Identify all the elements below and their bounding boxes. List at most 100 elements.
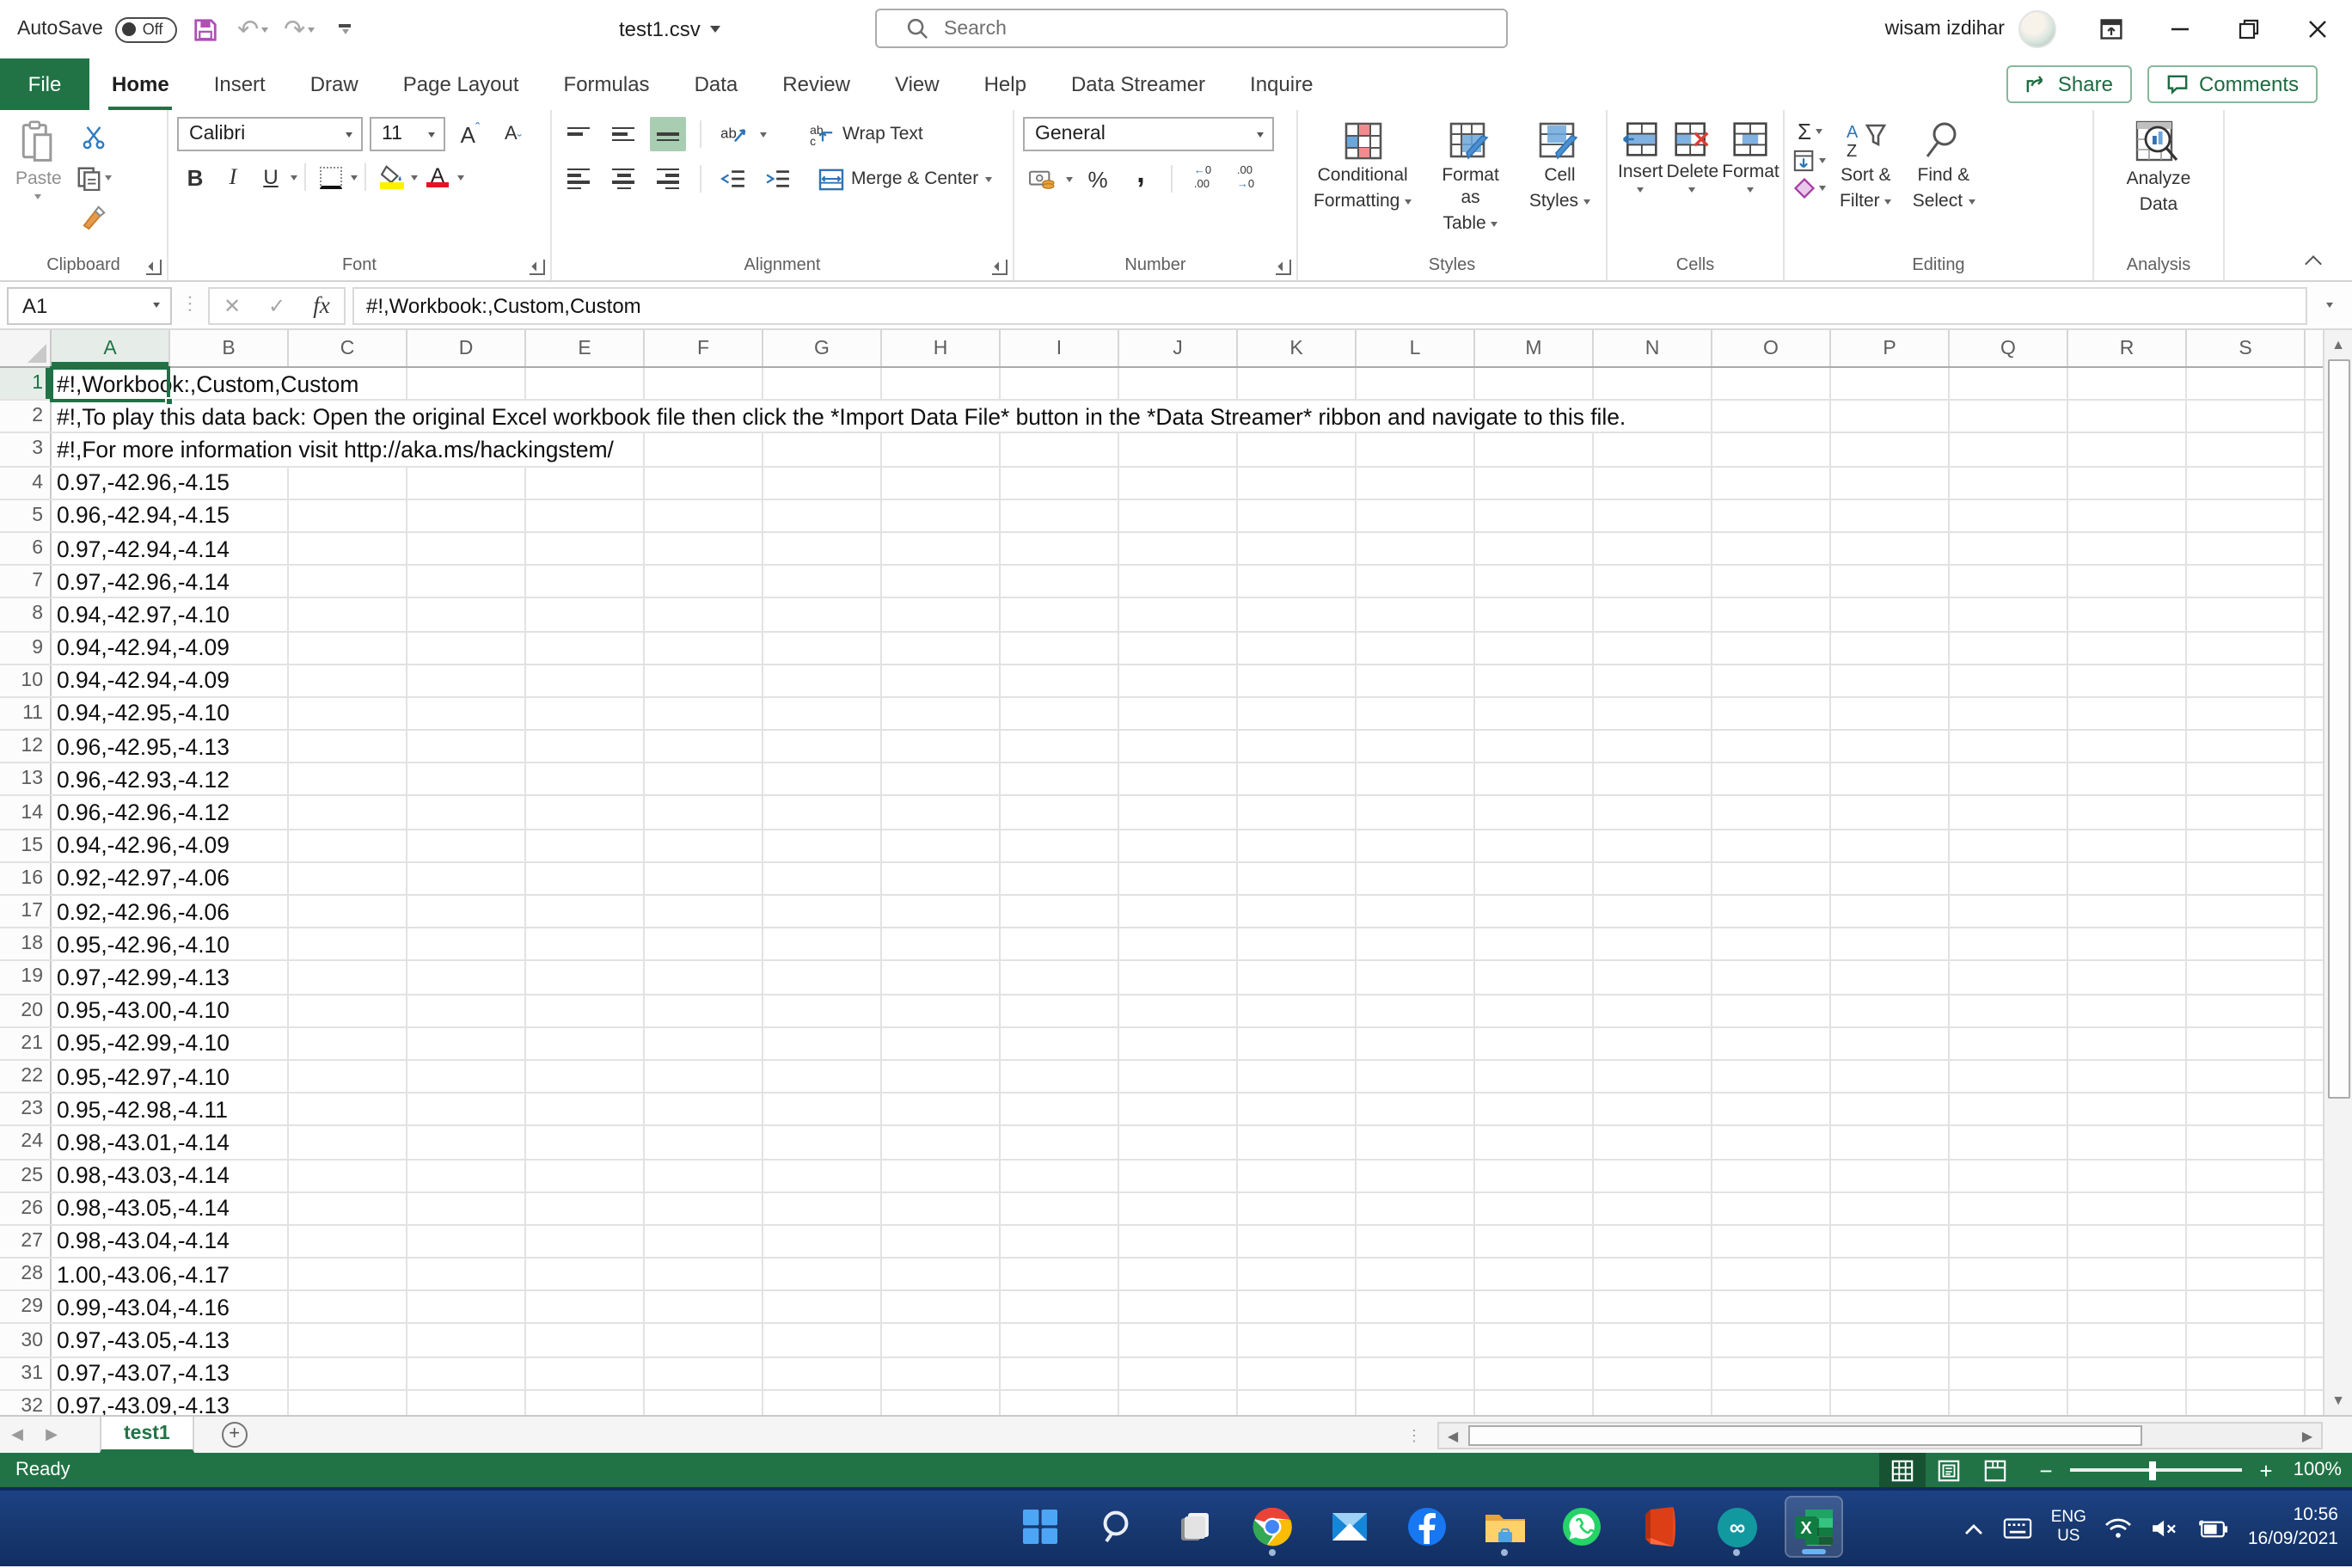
orientation-button[interactable]: ab	[715, 117, 751, 151]
tab-review[interactable]: Review	[760, 58, 873, 110]
column-header-I[interactable]: I	[1001, 330, 1119, 366]
formula-input[interactable]: #!,Workbook:,Custom,Custom	[352, 286, 2307, 324]
grid-row[interactable]: 290.99,-43.04,-4.16	[0, 1292, 2323, 1325]
grid-row[interactable]: 180.95,-42.96,-4.10	[0, 928, 2323, 961]
vertical-scrollbar[interactable]: ▲ ▼	[2323, 330, 2352, 1415]
row-header-9[interactable]: 9	[0, 632, 52, 663]
show-hidden-icons-button[interactable]	[1963, 1521, 1984, 1536]
row-header-18[interactable]: 18	[0, 928, 52, 959]
row-cells[interactable]: 0.97,-42.94,-4.14	[52, 533, 2323, 564]
row-header-4[interactable]: 4	[0, 467, 52, 498]
row-header-29[interactable]: 29	[0, 1292, 52, 1323]
grid-row[interactable]: 281.00,-43.06,-4.17	[0, 1259, 2323, 1291]
row-cells[interactable]: 0.97,-43.05,-4.13	[52, 1325, 2323, 1356]
column-header-H[interactable]: H	[882, 330, 1001, 366]
row-header-2[interactable]: 2	[0, 401, 52, 432]
tab-inquire[interactable]: Inquire	[1228, 58, 1335, 110]
autosum-button[interactable]: Σ	[1793, 119, 1826, 144]
row-cells[interactable]: 0.94,-42.95,-4.10	[52, 698, 2323, 729]
increase-indent-button[interactable]	[760, 162, 796, 196]
tab-view[interactable]: View	[873, 58, 962, 110]
column-header-K[interactable]: K	[1238, 330, 1357, 366]
document-title[interactable]: test1.csv	[619, 0, 721, 58]
grid-row[interactable]: 70.97,-42.96,-4.14	[0, 566, 2323, 598]
row-header-6[interactable]: 6	[0, 533, 52, 564]
row-cells[interactable]: 0.95,-42.98,-4.11	[52, 1093, 2323, 1124]
increase-font-size-button[interactable]: Aˆ	[452, 117, 488, 151]
column-header-Q[interactable]: Q	[1950, 330, 2068, 366]
insert-function-button[interactable]: fx	[299, 291, 344, 319]
borders-dropdown-icon[interactable]	[351, 175, 358, 180]
row-header-22[interactable]: 22	[0, 1061, 52, 1092]
grid-row[interactable]: 3#!,For more information visit http://ak…	[0, 434, 2323, 467]
column-header-D[interactable]: D	[407, 330, 526, 366]
row-cells[interactable]: 0.94,-42.94,-4.09	[52, 632, 2323, 663]
grid-row[interactable]: 90.94,-42.94,-4.09	[0, 632, 2323, 665]
font-color-button[interactable]: A	[420, 160, 456, 194]
column-header-E[interactable]: E	[526, 330, 645, 366]
decrease-font-size-button[interactable]: Aˇ	[495, 117, 531, 151]
row-header-27[interactable]: 27	[0, 1226, 52, 1257]
grid-row[interactable]: 260.98,-43.05,-4.14	[0, 1192, 2323, 1225]
row-cells[interactable]: 0.92,-42.96,-4.06	[52, 896, 2323, 927]
row-cells[interactable]: 0.99,-43.04,-4.16	[52, 1292, 2323, 1323]
zoom-slider[interactable]	[2070, 1468, 2242, 1472]
grid-row[interactable]: 210.95,-42.99,-4.10	[0, 1028, 2323, 1061]
row-cells[interactable]: 0.96,-42.94,-4.15	[52, 500, 2323, 531]
column-header-L[interactable]: L	[1357, 330, 1475, 366]
row-cells[interactable]: 0.97,-43.09,-4.13	[52, 1391, 2323, 1415]
grid-row[interactable]: 110.94,-42.95,-4.10	[0, 698, 2323, 731]
row-header-17[interactable]: 17	[0, 896, 52, 927]
format-cells-button[interactable]: Format	[1720, 117, 1781, 251]
touch-keyboard-icon[interactable]	[2003, 1518, 2032, 1539]
tab-formulas[interactable]: Formulas	[542, 58, 672, 110]
row-header-10[interactable]: 10	[0, 665, 52, 695]
taskbar-icon-file-explorer[interactable]	[1475, 1496, 1534, 1558]
row-header-24[interactable]: 24	[0, 1127, 52, 1158]
zoom-in-button[interactable]: +	[2256, 1457, 2276, 1483]
column-header-B[interactable]: B	[170, 330, 289, 366]
taskbar-icon-arduino[interactable]: ∞	[1707, 1496, 1766, 1558]
cut-button[interactable]	[76, 120, 112, 155]
row-cells[interactable]: 0.95,-43.00,-4.10	[52, 995, 2323, 1026]
grid-row[interactable]: 140.96,-42.96,-4.12	[0, 797, 2323, 830]
row-header-11[interactable]: 11	[0, 698, 52, 729]
scroll-left-button[interactable]: ◀	[1439, 1424, 1467, 1448]
scroll-up-button[interactable]: ▲	[2324, 330, 2352, 359]
grid-row[interactable]: 80.94,-42.97,-4.10	[0, 599, 2323, 632]
decrease-indent-button[interactable]	[715, 162, 751, 196]
tab-page-layout[interactable]: Page Layout	[381, 58, 542, 110]
row-cells[interactable]: #!,For more information visit http://aka…	[52, 434, 2323, 465]
accounting-format-button[interactable]	[1023, 162, 1059, 196]
volume-muted-icon[interactable]	[2152, 1518, 2179, 1539]
row-header-5[interactable]: 5	[0, 500, 52, 531]
column-header-G[interactable]: G	[763, 330, 882, 366]
expand-formula-bar-button[interactable]	[2314, 303, 2345, 308]
italic-button[interactable]: I	[215, 160, 251, 194]
row-cells[interactable]: 0.98,-43.05,-4.14	[52, 1192, 2323, 1223]
font-size-combo[interactable]: 11	[370, 117, 445, 151]
middle-align-button[interactable]	[605, 117, 641, 151]
grid-row[interactable]: 320.97,-43.09,-4.13	[0, 1391, 2323, 1415]
battery-icon[interactable]	[2198, 1519, 2229, 1538]
clipboard-dialog-launcher[interactable]	[146, 260, 162, 275]
top-align-button[interactable]	[560, 117, 597, 151]
insert-cells-button[interactable]: Insert	[1616, 117, 1665, 251]
select-all-corner[interactable]	[0, 330, 52, 366]
row-header-16[interactable]: 16	[0, 863, 52, 894]
new-sheet-button[interactable]: +	[222, 1422, 248, 1448]
grid-row[interactable]: 220.95,-42.97,-4.10	[0, 1061, 2323, 1093]
row-header-7[interactable]: 7	[0, 566, 52, 597]
taskbar-icon-start[interactable]	[1011, 1496, 1069, 1558]
enter-button[interactable]: ✓	[254, 293, 299, 317]
share-button[interactable]: Share	[2006, 65, 2132, 103]
ribbon-display-options-button[interactable]	[2077, 0, 2146, 58]
column-header-P[interactable]: P	[1831, 330, 1950, 366]
customize-quick-access-button[interactable]	[328, 9, 363, 50]
taskbar-icon-whatsapp[interactable]	[1553, 1496, 1611, 1558]
font-color-dropdown-icon[interactable]	[457, 175, 464, 180]
row-cells[interactable]: 1.00,-43.06,-4.17	[52, 1259, 2323, 1289]
avatar[interactable]	[2018, 10, 2056, 48]
font-family-combo[interactable]: Calibri	[177, 117, 363, 151]
redo-button[interactable]: ↷	[282, 9, 316, 50]
